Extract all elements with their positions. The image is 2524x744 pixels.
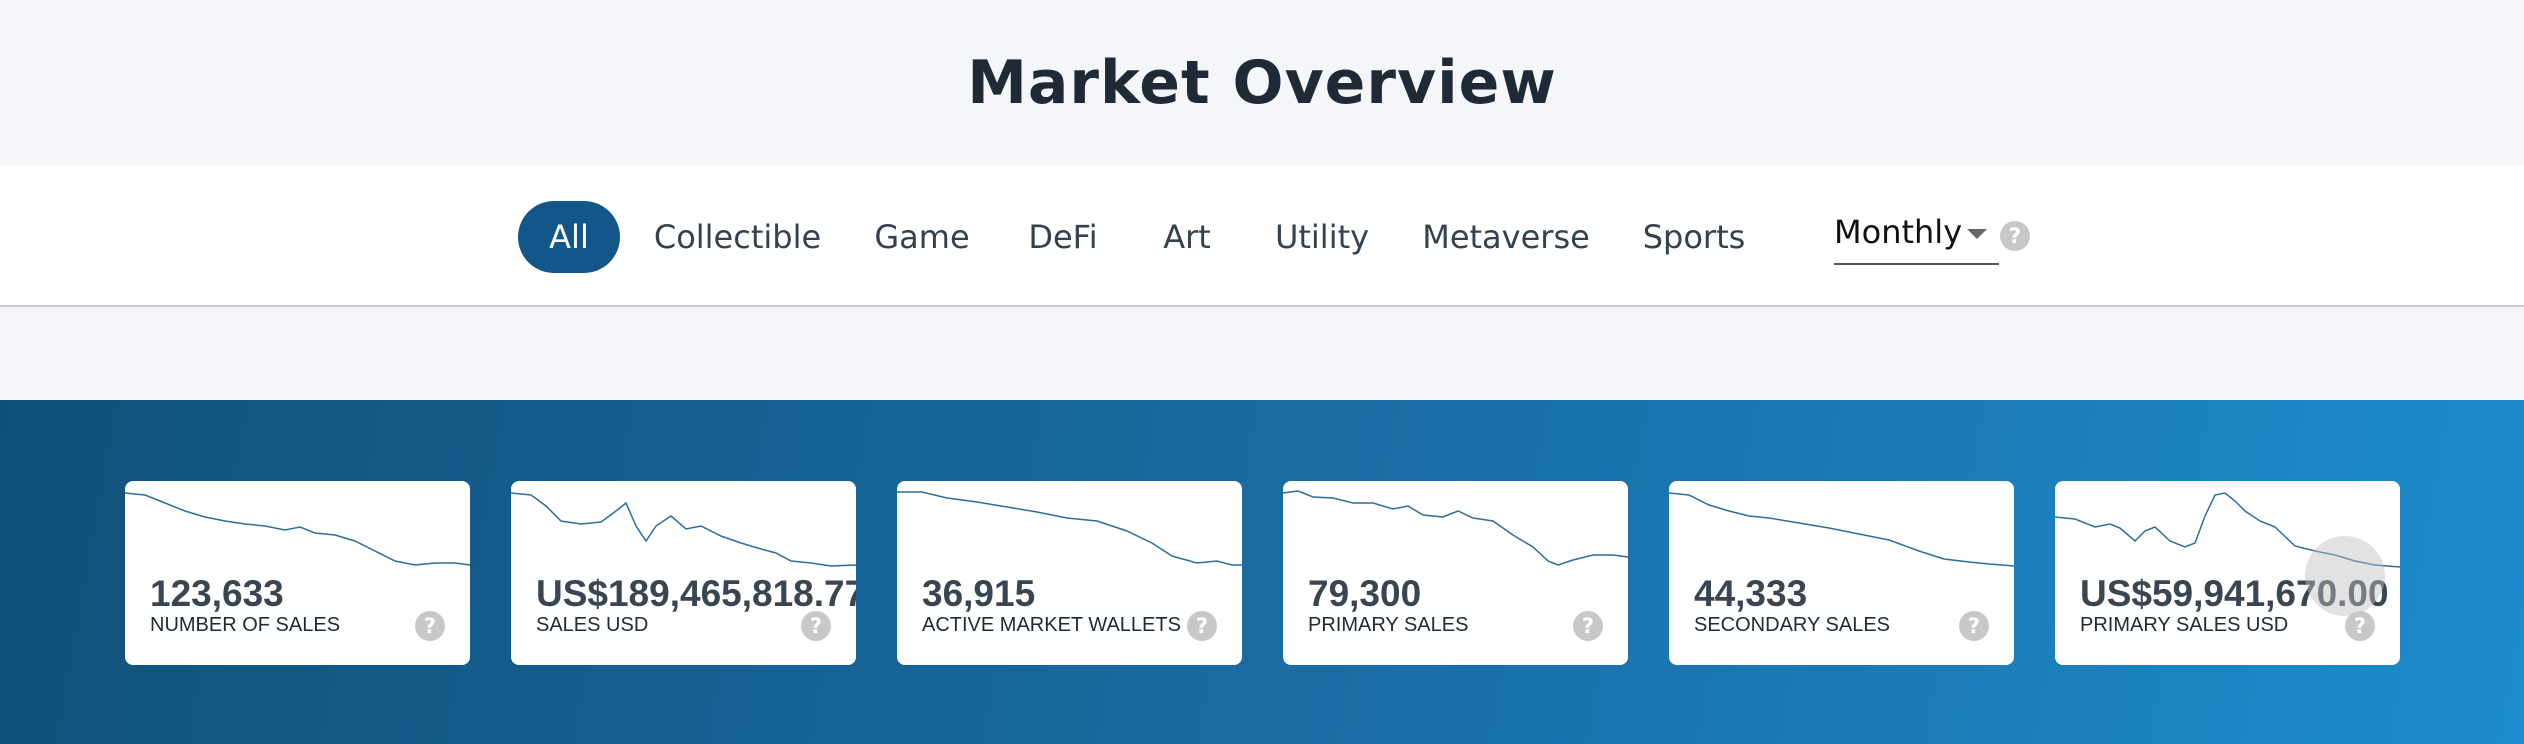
- tab-all[interactable]: All: [518, 201, 620, 273]
- question-circle-icon[interactable]: ?: [801, 611, 831, 641]
- stat-card-number-of-sales[interactable]: 123,633 NUMBER OF SALES ?: [125, 481, 470, 665]
- tab-game[interactable]: Game: [870, 201, 974, 273]
- stat-card-active-market-wallets[interactable]: 36,915 ACTIVE MARKET WALLETS ?: [897, 481, 1242, 665]
- caret-down-icon: [1967, 229, 1987, 239]
- stat-label: PRIMARY SALES: [1308, 614, 1469, 636]
- stat-label: SALES USD: [536, 614, 649, 636]
- question-circle-icon[interactable]: ?: [1959, 611, 1989, 641]
- sparkline: [1669, 492, 2014, 567]
- stat-label: SECONDARY SALES: [1694, 614, 1891, 636]
- filter-bar: All Collectible Game DeFi Art Utility Me…: [0, 165, 2524, 307]
- stat-value: 79,300: [1308, 573, 1422, 614]
- stat-value: 123,633: [150, 573, 284, 614]
- sparkline: [897, 491, 1242, 566]
- sparkline: [511, 492, 856, 567]
- stat-label: PRIMARY SALES USD: [2080, 614, 2289, 636]
- stat-card-sales-usd[interactable]: US$189,465,818.77 SALES USD ?: [511, 481, 856, 665]
- question-circle-icon[interactable]: ?: [2000, 221, 2030, 251]
- period-select[interactable]: Monthly: [1834, 207, 1999, 265]
- stats-band: 123,633 NUMBER OF SALES ? US$189,465,818…: [0, 400, 2524, 744]
- tab-sports[interactable]: Sports: [1636, 201, 1752, 273]
- question-circle-icon[interactable]: ?: [2345, 611, 2375, 641]
- hover-indicator: [2305, 536, 2385, 616]
- question-circle-icon[interactable]: ?: [1187, 611, 1217, 641]
- page-header: Market Overview: [0, 0, 2524, 165]
- tab-art[interactable]: Art: [1153, 201, 1221, 273]
- tab-collectible[interactable]: Collectible: [650, 201, 825, 273]
- stat-label: ACTIVE MARKET WALLETS: [922, 614, 1181, 636]
- stat-card-primary-sales-usd[interactable]: US$59,941,670.00 PRIMARY SALES USD ?: [2055, 481, 2400, 665]
- stat-label: NUMBER OF SALES: [150, 614, 341, 636]
- question-circle-icon[interactable]: ?: [415, 611, 445, 641]
- tab-metaverse[interactable]: Metaverse: [1422, 201, 1590, 273]
- tab-utility[interactable]: Utility: [1268, 201, 1376, 273]
- stat-value: 36,915: [922, 573, 1036, 614]
- stat-card-primary-sales[interactable]: 79,300 PRIMARY SALES ?: [1283, 481, 1628, 665]
- tab-defi[interactable]: DeFi: [1020, 201, 1106, 273]
- sparkline: [1283, 490, 1628, 566]
- question-circle-icon[interactable]: ?: [1573, 611, 1603, 641]
- stat-card-secondary-sales[interactable]: 44,333 SECONDARY SALES ?: [1669, 481, 2014, 665]
- stat-value: 44,333: [1694, 573, 1808, 614]
- page-title: Market Overview: [967, 48, 1557, 118]
- period-select-value: Monthly: [1834, 213, 1963, 251]
- sparkline: [125, 492, 470, 566]
- stat-value: US$189,465,818.77: [536, 573, 856, 614]
